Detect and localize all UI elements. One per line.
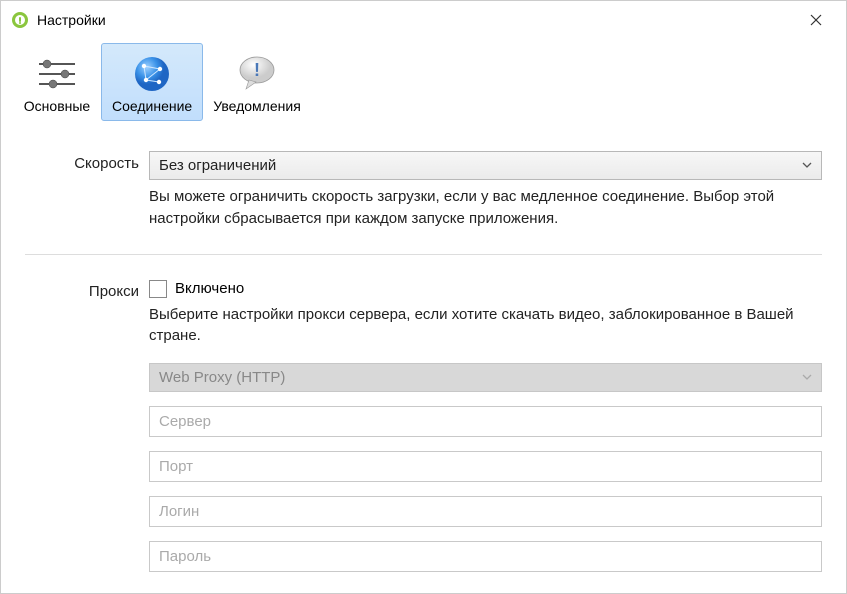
proxy-type-select: Web Proxy (HTTP) (149, 363, 822, 392)
proxy-enabled-checkbox[interactable] (149, 280, 167, 298)
chevron-down-icon (802, 372, 812, 383)
titlebar: Настройки (1, 1, 846, 39)
tabs: Основные (1, 43, 846, 121)
content: Скорость Без ограничений Вы можете огран… (1, 121, 846, 586)
speed-label: Скорость (25, 151, 149, 230)
proxy-password-input (149, 541, 822, 572)
proxy-enabled-label: Включено (175, 280, 244, 297)
tab-notifications[interactable]: ! Уведомления (203, 43, 311, 121)
speech-bubble-icon: ! (235, 52, 279, 96)
proxy-row: Прокси Включено Выберите настройки прокс… (25, 279, 822, 587)
tab-connection[interactable]: Соединение (101, 43, 203, 121)
svg-text:!: ! (254, 60, 260, 80)
tab-general[interactable]: Основные (13, 43, 101, 121)
proxy-enabled-row: Включено (149, 279, 822, 298)
tab-connection-label: Соединение (112, 98, 192, 114)
network-icon (130, 52, 174, 96)
proxy-port-input (149, 451, 822, 482)
proxy-help: Выберите настройки прокси сервера, если … (149, 304, 822, 348)
window-title: Настройки (37, 12, 796, 28)
speed-row: Скорость Без ограничений Вы можете огран… (25, 151, 822, 230)
sliders-icon (35, 52, 79, 96)
tab-notifications-label: Уведомления (213, 98, 301, 114)
divider (25, 254, 822, 255)
speed-select-value: Без ограничений (159, 157, 276, 174)
proxy-login-input (149, 496, 822, 527)
proxy-label: Прокси (25, 279, 149, 587)
app-icon (11, 11, 29, 29)
proxy-type-value: Web Proxy (HTTP) (159, 369, 285, 386)
speed-select[interactable]: Без ограничений (149, 151, 822, 180)
close-button[interactable] (796, 5, 836, 35)
speed-help: Вы можете ограничить скорость загрузки, … (149, 186, 822, 230)
chevron-down-icon (802, 160, 812, 171)
proxy-server-input (149, 406, 822, 437)
tab-general-label: Основные (24, 98, 90, 114)
